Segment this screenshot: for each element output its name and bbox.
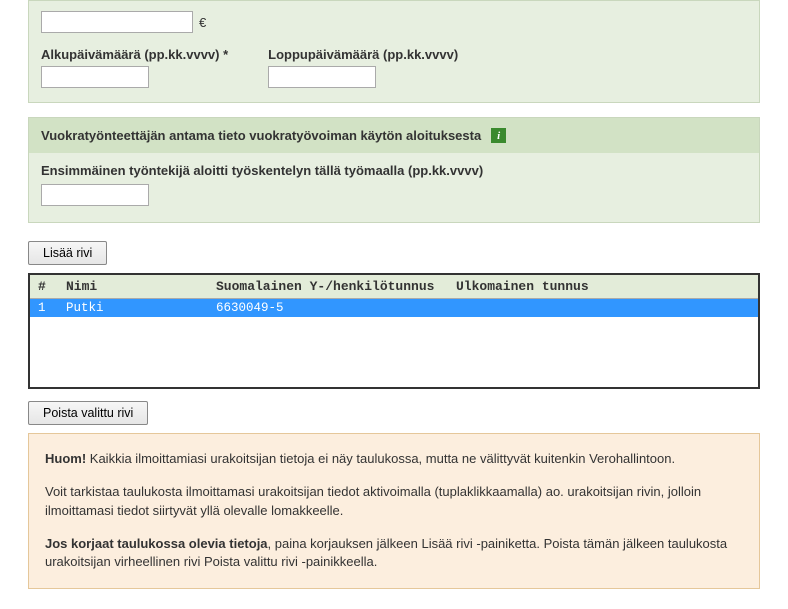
col-header-index: # (38, 279, 66, 294)
table-row[interactable]: 1 Putki 6630049-5 (30, 299, 758, 317)
start-date-input[interactable] (41, 66, 149, 88)
delete-row-button[interactable]: Poista valittu rivi (28, 401, 148, 425)
notice-huom: Huom! (45, 451, 86, 466)
euro-amount-row: € (41, 11, 747, 33)
euro-symbol: € (199, 15, 206, 30)
upper-form-panel: € Alkupäivämäärä (pp.kk.vvvv) * Loppupäi… (28, 0, 760, 103)
contractor-table: # Nimi Suomalainen Y-/henkilötunnus Ulko… (28, 273, 760, 389)
end-date-input[interactable] (268, 66, 376, 88)
end-date-field: Loppupäivämäärä (pp.kk.vvvv) (268, 47, 458, 88)
rental-section-header: Vuokratyönteettäjän antama tieto vuokrat… (29, 118, 759, 153)
add-row-button[interactable]: Lisää rivi (28, 241, 107, 265)
end-date-label: Loppupäivämäärä (pp.kk.vvvv) (268, 47, 458, 62)
table-header-row: # Nimi Suomalainen Y-/henkilötunnus Ulko… (30, 275, 758, 299)
cell-index: 1 (38, 301, 66, 315)
notice-p1-text: Kaikkia ilmoittamiasi urakoitsijan tieto… (86, 451, 675, 466)
date-row: Alkupäivämäärä (pp.kk.vvvv) * Loppupäivä… (41, 47, 747, 88)
rental-worker-section: Vuokratyönteettäjän antama tieto vuokrat… (28, 117, 760, 223)
cell-fin-id: 6630049-5 (216, 301, 456, 315)
rental-section-title: Vuokratyönteettäjän antama tieto vuokrat… (41, 128, 481, 143)
info-icon[interactable]: i (491, 128, 506, 143)
start-date-field: Alkupäivämäärä (pp.kk.vvvv) * (41, 47, 228, 88)
notice-paragraph-1: Huom! Kaikkia ilmoittamiasi urakoitsijan… (45, 450, 743, 469)
notice-paragraph-2: Voit tarkistaa taulukosta ilmoittamasi u… (45, 483, 743, 521)
notice-box: Huom! Kaikkia ilmoittamiasi urakoitsijan… (28, 433, 760, 589)
start-date-label: Alkupäivämäärä (pp.kk.vvvv) * (41, 47, 228, 62)
first-worker-date-input[interactable] (41, 184, 149, 206)
rental-section-body: Ensimmäinen työntekijä aloitti työskente… (29, 153, 759, 222)
notice-paragraph-3: Jos korjaat taulukossa olevia tietoja, p… (45, 535, 743, 573)
cell-foreign (456, 301, 750, 315)
col-header-foreign: Ulkomainen tunnus (456, 279, 750, 294)
col-header-fin-id: Suomalainen Y-/henkilötunnus (216, 279, 456, 294)
first-worker-date-label: Ensimmäinen työntekijä aloitti työskente… (41, 163, 747, 178)
notice-p3-bold: Jos korjaat taulukossa olevia tietoja (45, 536, 268, 551)
euro-amount-input[interactable] (41, 11, 193, 33)
cell-name: Putki (66, 301, 216, 315)
col-header-name: Nimi (66, 279, 216, 294)
